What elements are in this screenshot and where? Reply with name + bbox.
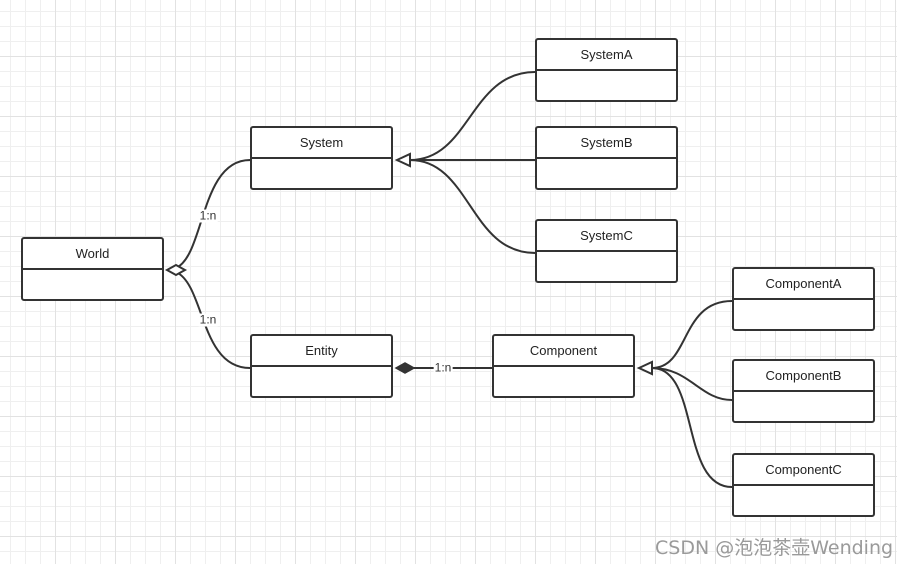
class-name: Component: [494, 336, 633, 367]
aggregation-diamond-icon: [164, 263, 188, 277]
class-name: Entity: [252, 336, 391, 367]
class-name: ComponentB: [734, 361, 873, 392]
edge-componenta-component: [651, 300, 733, 369]
class-component-a[interactable]: ComponentA: [732, 267, 875, 331]
class-system-c[interactable]: SystemC: [535, 219, 678, 283]
multiplicity-label: 1:n: [433, 360, 453, 375]
class-component-c[interactable]: ComponentC: [732, 453, 875, 517]
class-name: SystemB: [537, 128, 676, 159]
multiplicity-label: 1:n: [198, 312, 218, 327]
class-entity[interactable]: Entity: [250, 334, 393, 398]
edge-systemc-system: [409, 159, 536, 254]
class-component-b[interactable]: ComponentB: [732, 359, 875, 423]
class-name: SystemC: [537, 221, 676, 252]
class-name: World: [23, 239, 162, 270]
multiplicity-label: 1:n: [198, 208, 218, 223]
class-system-b[interactable]: SystemB: [535, 126, 678, 190]
edge-systema-system: [409, 71, 536, 161]
watermark: CSDN @泡泡茶壶Wending: [655, 537, 894, 559]
edge-componentc-component: [651, 367, 733, 488]
class-name: SystemA: [537, 40, 676, 71]
composition-diamond-icon: [394, 362, 416, 374]
edge-componentb-component: [651, 367, 733, 401]
class-name: ComponentC: [734, 455, 873, 486]
class-system[interactable]: System: [250, 126, 393, 190]
inheritance-arrow-icon: [394, 152, 411, 168]
class-component[interactable]: Component: [492, 334, 635, 398]
inheritance-arrow-icon: [636, 360, 653, 376]
class-name: ComponentA: [734, 269, 873, 300]
class-name: System: [252, 128, 391, 159]
class-world[interactable]: World: [21, 237, 164, 301]
class-system-a[interactable]: SystemA: [535, 38, 678, 102]
